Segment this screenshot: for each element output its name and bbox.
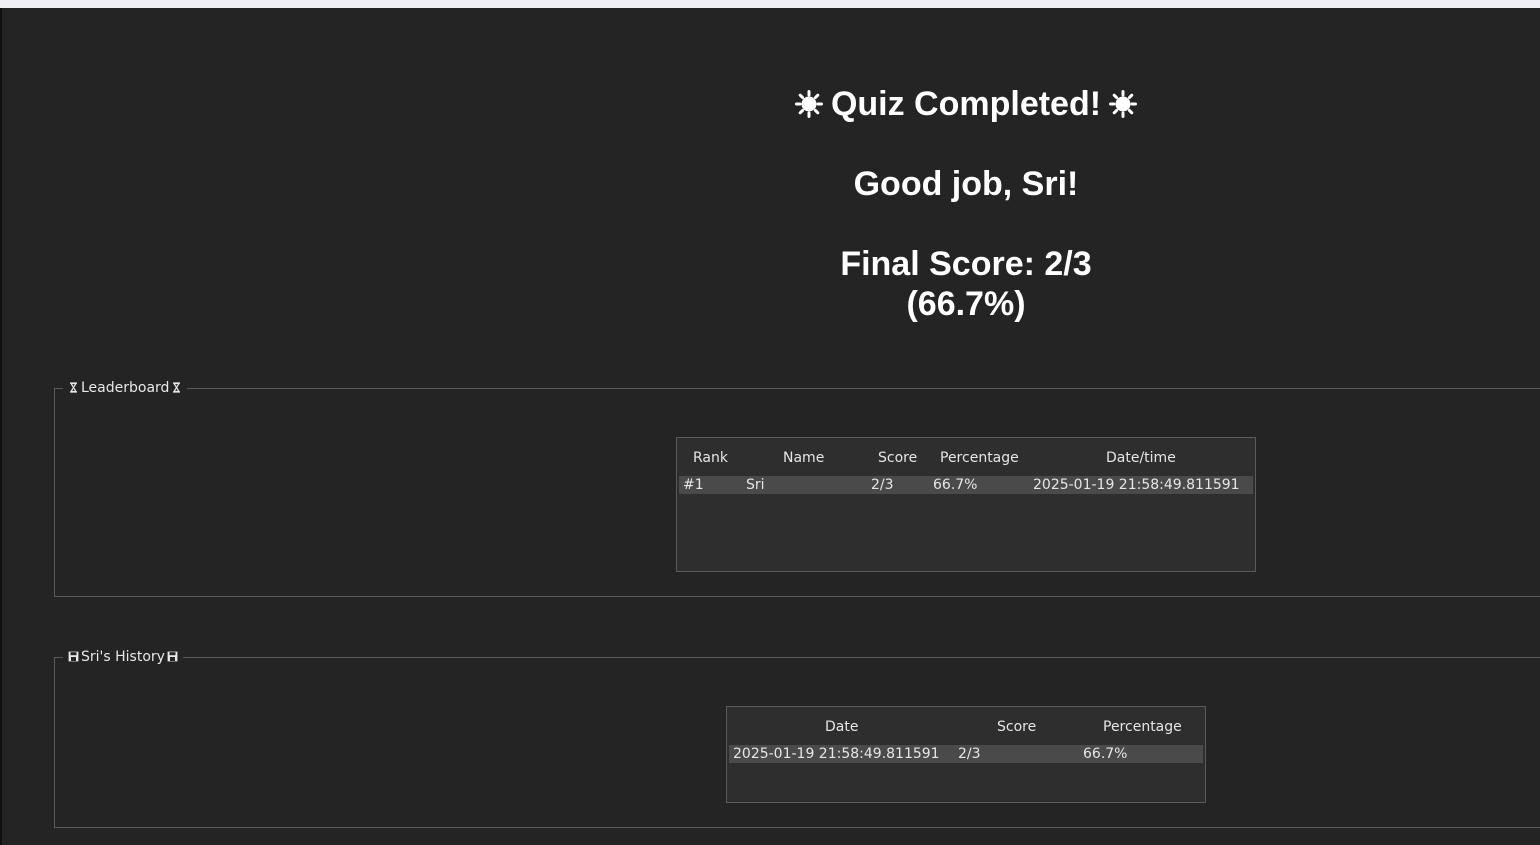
cell-name: Sri [746, 477, 765, 493]
table-row[interactable]: 2025-01-19 21:58:49.811591 2/3 66.7% [729, 745, 1203, 763]
completion-title: Quiz Completed! [830, 85, 1102, 123]
history-title: Sri's History [63, 648, 183, 666]
cell-date: 2025-01-19 21:58:49.811591 [733, 746, 940, 762]
cell-percentage: 66.7% [933, 477, 978, 493]
column-header-datetime[interactable]: Date/time [1106, 449, 1176, 467]
column-header-score[interactable]: Score [997, 718, 1036, 736]
cell-percentage: 66.7% [1083, 746, 1128, 762]
column-header-percentage[interactable]: Percentage [1103, 718, 1182, 736]
cell-rank: #1 [683, 477, 704, 493]
history-table[interactable]: Date Score Percentage 2025-01-19 21:58:4… [726, 706, 1206, 803]
completion-heading: Quiz Completed! [2, 84, 1540, 124]
final-score-percent: (66.7%) [906, 285, 1026, 323]
history-label: Sri's History [81, 649, 165, 665]
hourglass-icon [171, 382, 182, 393]
save-icon [68, 651, 79, 662]
hourglass-icon [68, 382, 79, 393]
leaderboard-title: Leaderboard [63, 379, 188, 397]
save-icon [167, 651, 178, 662]
table-row[interactable]: #1 Sri 2/3 66.7% 2025-01-19 21:58:49.811… [679, 476, 1253, 494]
final-score-text: Final Score: 2/3 [840, 245, 1092, 283]
column-header-rank[interactable]: Rank [693, 449, 728, 467]
greeting-text: Good job, Sri! [853, 165, 1079, 203]
cell-score: 2/3 [871, 477, 894, 493]
sun-icon [794, 90, 823, 118]
cell-score: 2/3 [958, 746, 981, 762]
column-header-date[interactable]: Date [825, 718, 858, 736]
cell-datetime: 2025-01-19 21:58:49.811591 [1033, 477, 1240, 493]
leaderboard-table[interactable]: Rank Name Score Percentage Date/time #1 … [676, 437, 1256, 572]
sun-icon [1109, 90, 1138, 118]
title-bar-strip [0, 0, 1540, 8]
column-header-percentage[interactable]: Percentage [940, 449, 1019, 467]
column-header-name[interactable]: Name [783, 449, 824, 467]
column-header-score[interactable]: Score [878, 449, 917, 467]
leaderboard-label: Leaderboard [81, 380, 170, 396]
quiz-window: Quiz Completed! Good job, Sri! Final Sco… [2, 8, 1540, 845]
